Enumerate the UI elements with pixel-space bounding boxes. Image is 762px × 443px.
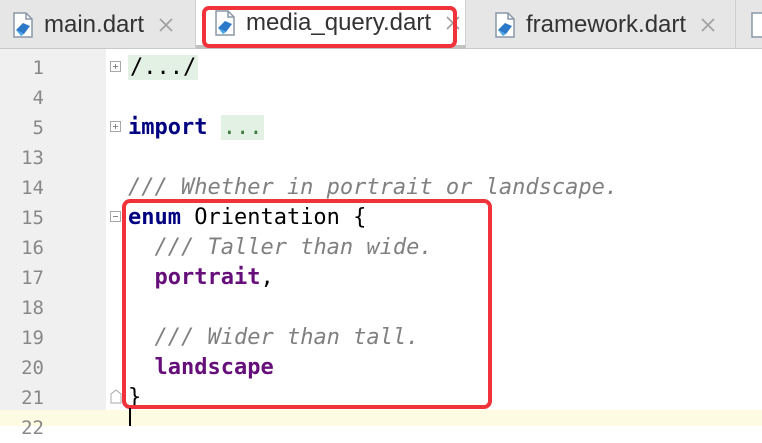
tab-framework-dart[interactable]: framework.dart [466,0,736,49]
line-number: 1 [32,57,44,79]
tab-overflow[interactable] [736,0,762,49]
code-token: portrait [154,265,261,290]
code-token: Orientation { [180,205,367,230]
fold-end-icon[interactable] [110,389,122,405]
tab-media-query-dart[interactable]: media_query.dart [196,0,466,49]
code-text: /// Taller than wide. [128,233,433,263]
code-text: enum Orientation { [128,203,366,233]
line-number: 15 [21,207,44,229]
code-token: /// Whether in portrait or landscape. [128,175,619,200]
tab-label: framework.dart [526,10,687,38]
code-line[interactable]: 5 import ... [0,113,762,143]
fold-collapse-icon[interactable] [110,211,121,222]
line-number: 13 [21,147,44,169]
code-line[interactable]: 15 enum Orientation { [0,203,762,233]
line-number: 18 [21,297,44,319]
code-line[interactable]: 13 [0,143,762,173]
line-number: 14 [21,177,44,199]
code-line[interactable]: 1 /.../ [0,53,762,83]
code-line[interactable]: 19 /// Wider than tall. [0,323,762,353]
line-number: 5 [32,117,44,139]
dart-file-icon [215,9,235,36]
tab-label: main.dart [44,10,145,38]
code-line[interactable]: 16 /// Taller than wide. [0,233,762,263]
close-icon[interactable] [445,15,461,31]
line-number: 17 [21,267,44,289]
code-token: import [128,115,208,140]
fold-expand-icon[interactable] [110,121,121,132]
code-token: } [128,385,142,410]
code-line[interactable]: 18 [0,293,762,323]
code-token: , [260,265,274,290]
fold-expand-icon[interactable] [110,61,121,72]
code-line[interactable]: 4 [0,83,762,113]
code-line[interactable]: 20 landscape [0,353,762,383]
text-cursor [129,408,131,426]
dart-file-icon [495,11,515,38]
code-text: /// Whether in portrait or landscape. [128,173,618,203]
code-line[interactable]: 22 [0,413,762,443]
dart-file-icon [751,11,762,38]
close-icon[interactable] [700,17,716,33]
close-icon[interactable] [158,17,174,33]
dart-file-icon [13,11,33,38]
line-number: 16 [21,237,44,259]
line-number: 22 [21,417,44,439]
code-token: ... [220,115,265,140]
code-token: /.../ [128,55,199,80]
line-number: 21 [21,387,44,409]
code-text: import ... [128,113,265,143]
code-text: /// Wider than tall. [128,323,420,353]
code-token: /// Taller than wide. [154,235,433,260]
line-number: 4 [32,87,44,109]
code-text: portrait, [128,263,274,293]
code-token: enum [128,205,181,230]
tab-label: media_query.dart [246,8,431,36]
line-number: 20 [21,357,44,379]
tab-main-dart[interactable]: main.dart [0,0,196,49]
code-line[interactable]: 14 /// Whether in portrait or landscape. [0,173,762,203]
code-token: landscape [154,355,274,380]
line-number: 19 [21,327,44,349]
code-token: /// Wider than tall. [154,325,420,350]
code-line[interactable]: 17 portrait, [0,263,762,293]
code-line[interactable]: 21} [0,383,762,413]
code-text: landscape [128,353,274,383]
code-text: /.../ [128,53,199,83]
editor-tab-bar: main.dart media_query.dart framework.dar… [0,0,762,49]
